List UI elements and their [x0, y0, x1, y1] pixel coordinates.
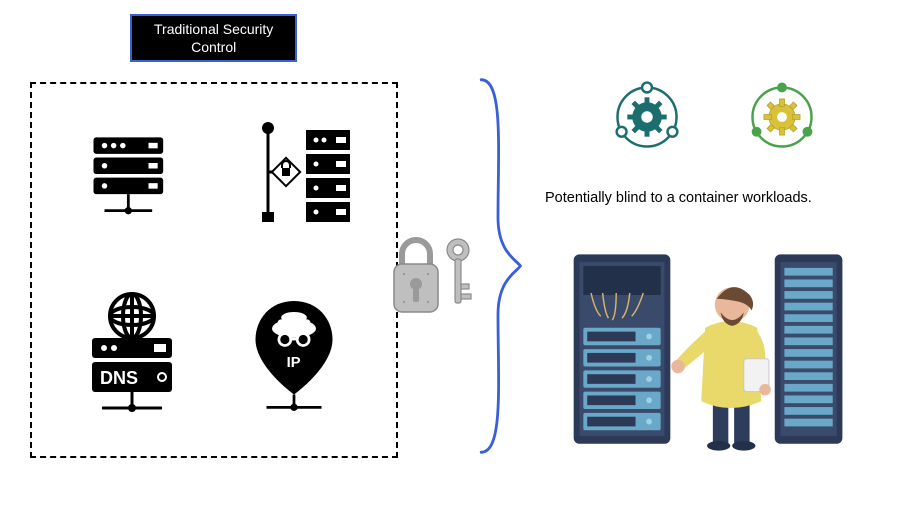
traditional-security-box: DNS IP: [30, 82, 398, 458]
container-gears-row: [594, 76, 834, 162]
dns-server-icon: DNS: [57, 276, 207, 436]
title-badge: Traditional Security Control: [130, 14, 297, 62]
svg-text:DNS: DNS: [100, 368, 138, 388]
title-line1: Traditional Security: [154, 20, 273, 38]
ip-location-pin-icon: IP: [214, 276, 374, 436]
curly-brace-connector: [470, 72, 526, 460]
firewall-icon: [214, 104, 374, 244]
container-gear-green-icon: [741, 76, 823, 163]
server-icon: [57, 104, 207, 244]
caption-text: Potentially blind to a container workloa…: [545, 190, 812, 206]
padlock-and-key-icon: [384, 228, 474, 318]
container-gear-teal-icon: [606, 76, 688, 163]
title-line2: Control: [154, 38, 273, 56]
sysadmin-with-server-racks-icon: [564, 244, 854, 464]
svg-text:IP: IP: [287, 355, 301, 371]
